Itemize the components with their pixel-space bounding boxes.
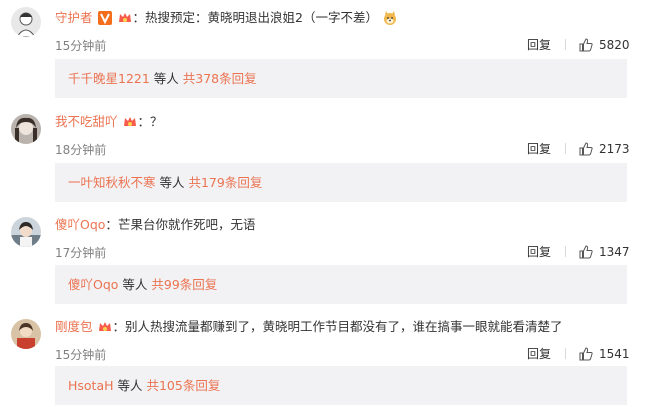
like-count: 5820 <box>599 37 630 52</box>
sub-reply-user[interactable]: 千千晚星1221 <box>68 71 150 86</box>
username-link[interactable]: 守护者 <box>55 9 93 27</box>
avatar[interactable] <box>11 217 41 247</box>
username-link[interactable]: 剛度包 <box>55 318 93 336</box>
sub-replies-box[interactable]: 千千晚星1221 等人 共378条回复 <box>55 59 627 98</box>
username-link[interactable]: 傻吖Oqo <box>55 216 105 234</box>
member-crown-badge-icon <box>122 114 138 130</box>
sub-replies-box[interactable]: 傻吖Oqo 等人 共99条回复 <box>55 265 627 304</box>
comment-text: 芒果台你就作死吧，无语 <box>117 217 256 232</box>
comment-actions: 回复 2173 <box>527 140 630 157</box>
like-button[interactable]: 5820 <box>579 38 630 52</box>
comment-header: 我不吃甜吖 ： ？ <box>55 113 163 131</box>
doge-emoji-icon <box>382 10 398 26</box>
member-crown-badge-icon <box>97 319 113 335</box>
like-count: 2173 <box>599 141 630 156</box>
sub-reply-etc: 等人 <box>155 175 189 190</box>
thumbs-up-icon <box>579 346 593 360</box>
thumbs-up-icon <box>579 244 593 258</box>
comment-text: 别人热搜流量都赚到了，黄晓明工作节目都没有了，谁在搞事一眼就能看清楚了 <box>125 319 563 334</box>
member-crown-badge-icon <box>117 10 133 26</box>
comment-text: ？ <box>150 114 163 129</box>
more-replies-link[interactable]: 共179条回复 <box>188 175 262 190</box>
comment-text: 热搜预定：黄晓明退出浪姐2（一字不差） <box>145 10 378 25</box>
comment-time: 18分钟前 <box>55 143 107 157</box>
thumbs-up-icon <box>579 37 593 51</box>
sub-reply-etc: 等人 <box>149 71 183 86</box>
sub-reply-user[interactable]: 一叶知秋秋不寒 <box>68 175 156 190</box>
like-button[interactable]: 2173 <box>579 142 630 156</box>
vip-v-badge-icon <box>97 10 113 26</box>
divider <box>565 39 567 50</box>
comment-time: 15分钟前 <box>55 39 107 53</box>
colon: ： <box>105 217 118 232</box>
comment-header: 守护者 ： 热搜预定：黄晓明退出浪姐2（一字不差） <box>55 9 398 27</box>
divider <box>565 246 567 257</box>
like-button[interactable]: 1541 <box>579 347 630 361</box>
comment-header: 傻吖Oqo ： 芒果台你就作死吧，无语 <box>55 216 255 234</box>
more-replies-link[interactable]: 共99条回复 <box>151 277 217 292</box>
sub-reply-user[interactable]: HsotaH <box>68 378 114 393</box>
reply-button[interactable]: 回复 <box>527 36 551 53</box>
avatar[interactable] <box>11 319 41 349</box>
like-count: 1347 <box>599 244 630 259</box>
reply-button[interactable]: 回复 <box>527 345 551 362</box>
sub-replies-box[interactable]: HsotaH 等人 共105条回复 <box>55 366 627 405</box>
reply-button[interactable]: 回复 <box>527 140 551 157</box>
comment-actions: 回复 5820 <box>527 36 630 53</box>
sub-reply-etc: 等人 <box>118 277 152 292</box>
sub-reply-etc: 等人 <box>113 378 147 393</box>
sub-reply-user[interactable]: 傻吖Oqo <box>68 277 118 292</box>
more-replies-link[interactable]: 共378条回复 <box>183 71 257 86</box>
more-replies-link[interactable]: 共105条回复 <box>146 378 220 393</box>
sub-replies-box[interactable]: 一叶知秋秋不寒 等人 共179条回复 <box>55 163 627 202</box>
colon: ： <box>137 114 151 129</box>
divider <box>565 348 567 359</box>
colon: ： <box>132 10 146 25</box>
like-button[interactable]: 1347 <box>579 245 630 259</box>
divider <box>565 143 567 154</box>
comment-time: 15分钟前 <box>55 348 107 362</box>
thumbs-up-icon <box>579 141 593 155</box>
comment-time: 17分钟前 <box>55 246 107 260</box>
comment-actions: 回复 1541 <box>527 345 630 362</box>
comment-actions: 回复 1347 <box>527 243 630 260</box>
avatar[interactable] <box>11 114 41 144</box>
username-link[interactable]: 我不吃甜吖 <box>55 113 118 131</box>
avatar[interactable] <box>11 7 41 37</box>
like-count: 1541 <box>599 346 630 361</box>
reply-button[interactable]: 回复 <box>527 243 551 260</box>
colon: ： <box>112 319 126 334</box>
comment-header: 剛度包 ： 别人热搜流量都赚到了，黄晓明工作节目都没有了，谁在搞事一眼就能看清楚… <box>55 318 563 336</box>
